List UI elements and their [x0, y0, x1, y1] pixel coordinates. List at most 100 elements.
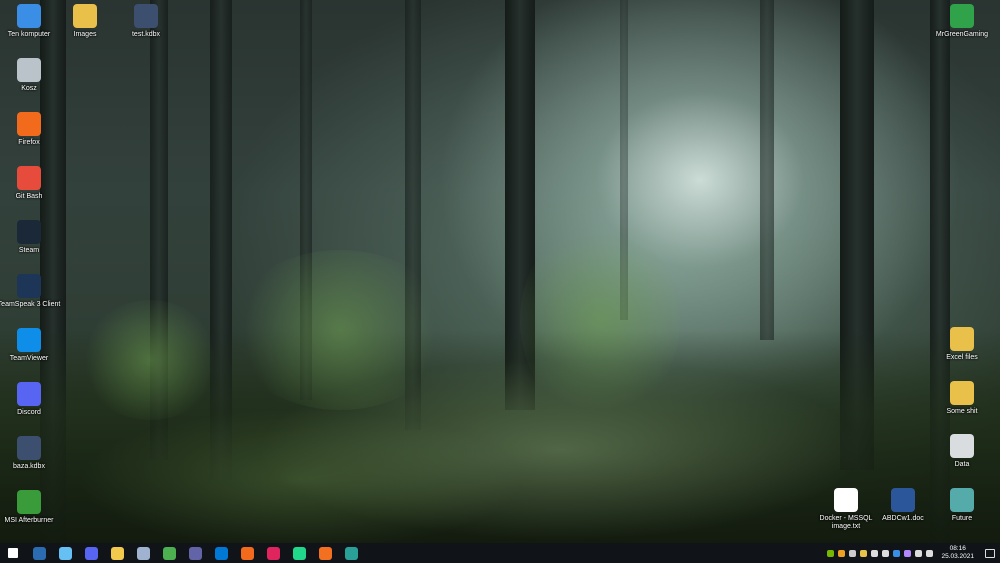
taskbar-app-teal-button[interactable]: [338, 543, 364, 563]
clock-time: 08:16: [949, 545, 966, 552]
keepass-icon: [17, 436, 41, 460]
firefox-icon: [17, 112, 41, 136]
bluetooth-icon[interactable]: [893, 549, 901, 557]
taskbar-firefox-button[interactable]: [234, 543, 260, 563]
desktop-icon[interactable]: test.kdbx: [111, 4, 181, 39]
taskbar-app-orange-button[interactable]: [312, 543, 338, 563]
taskbar-explorer-button[interactable]: [104, 543, 130, 563]
taskbar-apps: [0, 543, 364, 563]
mrgreen-icon: [950, 4, 974, 28]
desktop-icon[interactable]: Docker - MSSQL image.txt: [811, 488, 881, 531]
taskbar-start-button[interactable]: [0, 543, 26, 563]
taskbar: 08:16 25.03.2021: [0, 543, 1000, 563]
desktop-icon[interactable]: MSI Afterburner: [0, 490, 64, 525]
git-bash-icon: [17, 166, 41, 190]
notepad-icon: [162, 546, 176, 560]
cloud-icon[interactable]: [849, 549, 857, 557]
desktop-icon[interactable]: TeamViewer: [0, 328, 64, 363]
fern-foliage: [80, 300, 220, 420]
desktop-icon[interactable]: TeamSpeak 3 Client: [0, 274, 64, 309]
desktop-icon[interactable]: Kosz: [0, 58, 64, 93]
keepass-icon: [136, 546, 150, 560]
desktop-icon-label: Firefox: [18, 139, 40, 146]
jetbrains-icon: [266, 546, 280, 560]
folder-icon: [73, 4, 97, 28]
firefox-icon: [240, 546, 254, 560]
fern-foliage: [230, 250, 450, 410]
this-pc-icon: [17, 4, 41, 28]
desktop-icon[interactable]: Data: [927, 434, 997, 469]
taskbar-steam-button[interactable]: [52, 543, 78, 563]
desktop-icon-label: TeamViewer: [9, 355, 49, 362]
desktop-icon[interactable]: Git Bash: [0, 166, 64, 201]
discord-icon: [84, 546, 98, 560]
usb-icon[interactable]: [860, 549, 868, 557]
taskbar-jetbrains-button[interactable]: [260, 543, 286, 563]
desktop-icon[interactable]: Images: [50, 4, 120, 39]
desktop-icon-label: Kosz: [21, 85, 37, 92]
teamspeak-icon: [32, 546, 46, 560]
fern-foliage: [520, 220, 680, 420]
desktop-icon-label: Excel files: [946, 354, 978, 361]
taskbar-discord-button[interactable]: [78, 543, 104, 563]
pycharm-icon: [292, 546, 306, 560]
word-doc-icon: [891, 488, 915, 512]
desktop-icon[interactable]: MrGreenGaming: [927, 4, 997, 39]
taskbar-teamspeak-button[interactable]: [26, 543, 52, 563]
teamspeak-icon: [17, 274, 41, 298]
desktop-icon-label: Some shit: [946, 408, 978, 415]
notification-center-button[interactable]: [980, 543, 1000, 563]
desktop-icon-label: baza.kdbx: [13, 463, 45, 470]
pen-icon[interactable]: [904, 549, 912, 557]
text-file-icon: [834, 488, 858, 512]
desktop-icon-label: test.kdbx: [131, 31, 160, 38]
tray-icons: [825, 549, 935, 557]
desktop-icon-label: Steam: [18, 247, 40, 254]
volume-icon[interactable]: [926, 549, 934, 557]
clock[interactable]: 08:16 25.03.2021: [941, 545, 974, 561]
folder-icon: [950, 381, 974, 405]
desktop-icon[interactable]: Excel files: [927, 327, 997, 362]
msi-afterburner-icon: [17, 490, 41, 514]
desktop-icon[interactable]: Some shit: [927, 381, 997, 416]
desktop-icon-label: MrGreenGaming: [935, 31, 989, 38]
clock-date: 25.03.2021: [941, 553, 974, 560]
desktop-icon[interactable]: Steam: [0, 220, 64, 255]
security-icon[interactable]: [871, 549, 879, 557]
nvidia-icon[interactable]: [827, 549, 835, 557]
orange-app-icon: [318, 546, 332, 560]
taskbar-teams-button[interactable]: [182, 543, 208, 563]
app-tray-icon[interactable]: [838, 549, 846, 557]
system-tray: 08:16 25.03.2021: [825, 543, 1000, 563]
teamviewer-icon: [17, 328, 41, 352]
file-explorer-icon: [110, 546, 124, 560]
taskbar-keepass-button[interactable]: [130, 543, 156, 563]
data-icon: [950, 434, 974, 458]
desktop-wallpaper: [0, 0, 1000, 543]
battery-icon[interactable]: [882, 549, 890, 557]
desktop-icon-label: Images: [73, 31, 97, 38]
teams-icon: [188, 546, 202, 560]
desktop-icon-label: Data: [954, 461, 970, 468]
taskbar-vscode-button[interactable]: [208, 543, 234, 563]
steam-icon: [17, 220, 41, 244]
desktop-icon-label: Docker - MSSQL image.txt: [819, 515, 873, 530]
desktop-icon-label: MSI Afterburner: [4, 517, 54, 524]
desktop-icon-label: Discord: [17, 409, 41, 416]
desktop-icon[interactable]: baza.kdbx: [0, 436, 64, 471]
teal-app-icon: [344, 546, 358, 560]
vscode-icon: [214, 546, 228, 560]
keepass-icon: [134, 4, 158, 28]
desktop-icon-label: TeamSpeak 3 Client: [0, 301, 61, 308]
steam-icon: [58, 546, 72, 560]
windows-start-icon: [8, 548, 18, 558]
network-icon[interactable]: [915, 549, 923, 557]
desktop-icon[interactable]: Firefox: [0, 112, 64, 147]
taskbar-pycharm-button[interactable]: [286, 543, 312, 563]
tree-trunk: [760, 0, 774, 340]
desktop-icon[interactable]: Discord: [0, 382, 64, 417]
desktop-icon-label: Git Bash: [15, 193, 43, 200]
taskbar-notepad-button[interactable]: [156, 543, 182, 563]
future-icon: [950, 488, 974, 512]
notification-icon: [985, 548, 995, 558]
